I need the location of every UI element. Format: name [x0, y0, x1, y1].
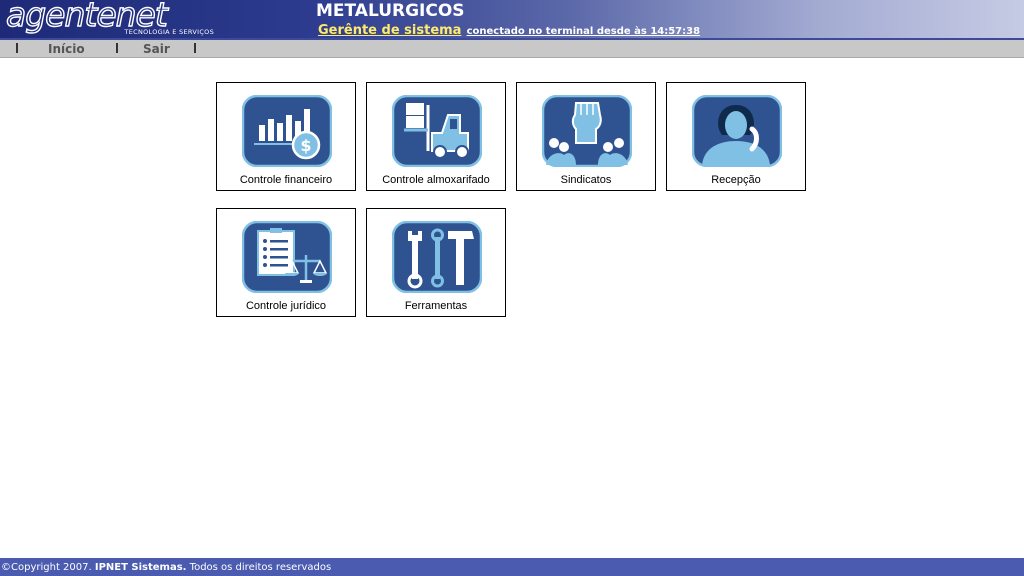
tile-ferramentas[interactable]: Ferramentas	[366, 208, 506, 317]
copyright-text: ©Copyright 2007. IPNET Sistemas. Todos o…	[1, 562, 331, 573]
tile-label: Ferramentas	[404, 300, 468, 312]
tile-label: Controle jurídico	[245, 300, 327, 312]
forklift-icon	[392, 95, 482, 167]
menu-bar: Início Sair	[0, 40, 1024, 58]
tile-controle-financeiro[interactable]: $ Controle financeiro	[216, 82, 356, 191]
tools-icon	[392, 221, 482, 293]
receptionist-phone-icon	[692, 95, 782, 167]
tile-label: Controle almoxarifado	[382, 174, 490, 186]
tile-label: Controle financeiro	[239, 174, 333, 186]
footer-bar: ©Copyright 2007. IPNET Sistemas. Todos o…	[0, 558, 1024, 576]
menu-separator	[116, 43, 118, 53]
menu-separator	[16, 43, 18, 53]
tile-controle-almoxarifado[interactable]: Controle almoxarifado	[366, 82, 506, 191]
legal-scale-icon	[242, 221, 332, 293]
menu-item-inicio[interactable]: Início	[48, 42, 85, 56]
menu-item-sair[interactable]: Sair	[143, 42, 170, 56]
tile-label: Recepção	[711, 174, 761, 186]
agentenet-logo: agentenet TECNOLOGIA E SERVIÇOS	[5, 0, 216, 37]
tile-recepcao[interactable]: Recepção	[666, 82, 806, 191]
user-role-link[interactable]: Gerênte de sistema	[318, 23, 461, 38]
rights-text: Todos os direitos reservados	[186, 562, 332, 573]
tile-sindicatos[interactable]: Sindicatos	[516, 82, 656, 191]
finance-chart-icon: $	[242, 95, 332, 167]
connection-status: conectado no terminal desde às 14:57:38	[466, 26, 701, 37]
svg-text:$: $	[300, 136, 311, 155]
company-name: IPNET Sistemas.	[94, 562, 187, 573]
tile-controle-juridico[interactable]: Controle jurídico	[216, 208, 356, 317]
logo-tagline: TECNOLOGIA E SERVIÇOS	[124, 28, 214, 36]
raised-fist-icon	[542, 95, 632, 167]
header-bar: agentenet TECNOLOGIA E SERVIÇOS METALURG…	[0, 0, 1024, 38]
copyright-prefix: ©Copyright 2007.	[1, 562, 95, 573]
menu-separator	[194, 43, 196, 53]
tile-label: Sindicatos	[560, 174, 612, 186]
user-info: Gerênte de sistema conectado no terminal…	[318, 19, 700, 38]
page-title: METALURGICOS	[316, 1, 465, 21]
